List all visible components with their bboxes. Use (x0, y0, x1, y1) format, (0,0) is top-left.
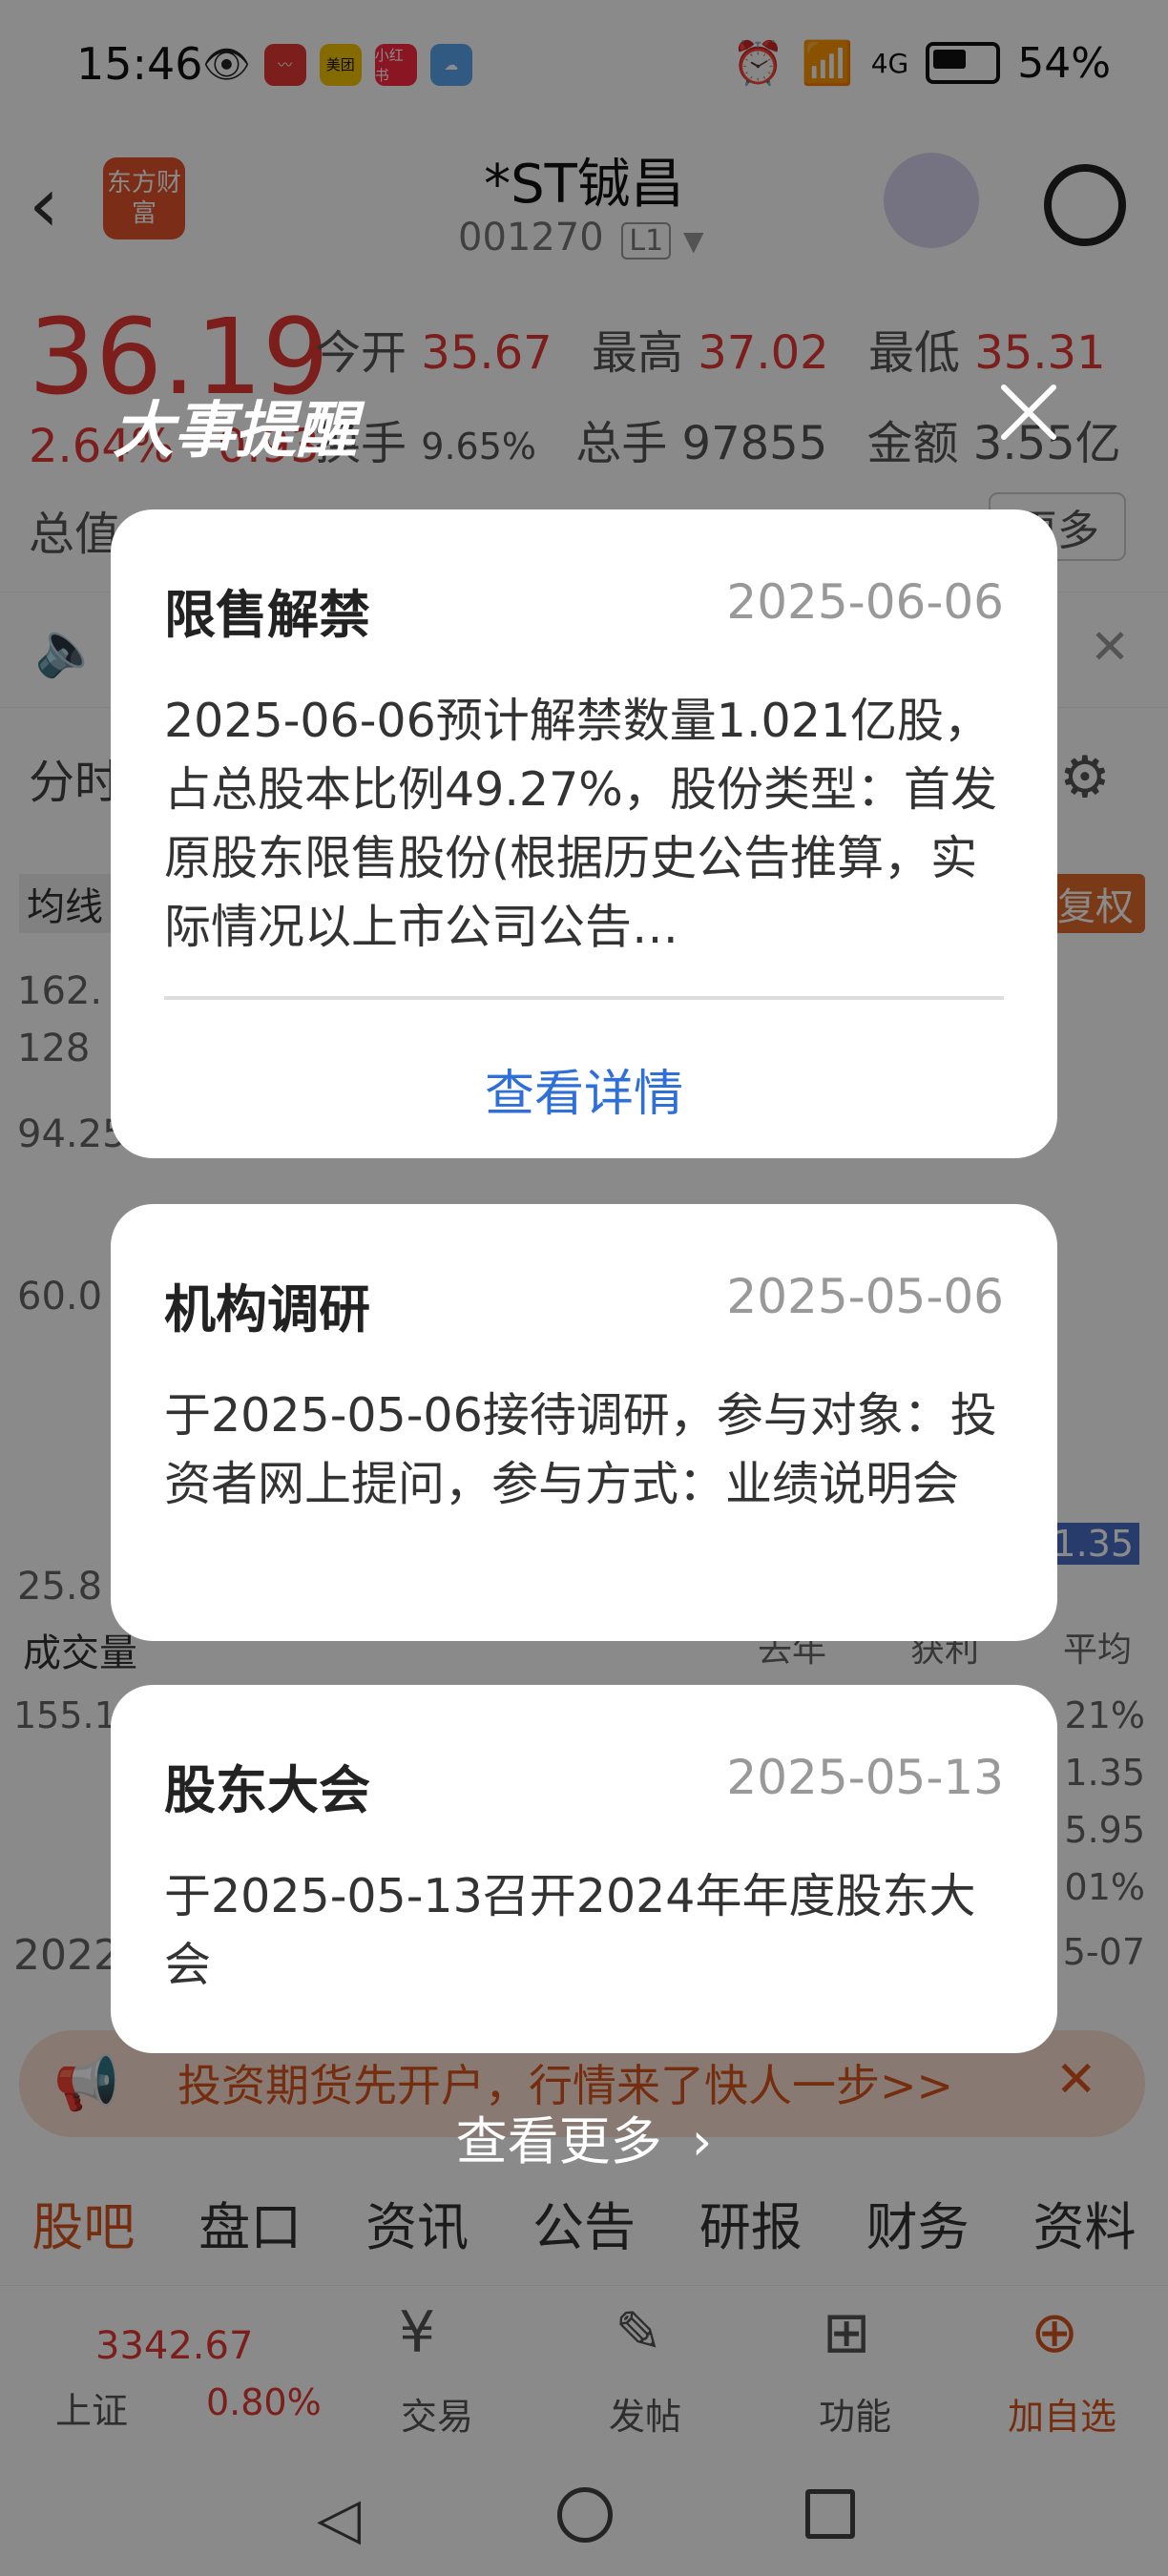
card-date: 2025-06-06 (726, 574, 1004, 630)
chevron-right-icon: › (691, 2111, 713, 2171)
card-divider (164, 996, 1004, 1000)
card-date: 2025-05-06 (726, 1269, 1004, 1324)
card-body: 于2025-05-06接待调研，参与对象：投资者网上提问，参与方式：业绩说明会 (164, 1388, 997, 1511)
event-card-institution-research[interactable]: 机构调研 2025-05-06 于2025-05-06接待调研，参与对象：投资者… (111, 1204, 1057, 1641)
see-more-label: 查看更多 (455, 2111, 662, 2171)
event-card-shareholder-meeting[interactable]: 股东大会 2025-05-13 于2025-05-13召开2024年年度股东大会 (111, 1685, 1057, 2053)
card-body: 于2025-05-13召开2024年年度股东大会 (164, 1869, 976, 1992)
view-details-link[interactable]: 查看详情 (111, 1053, 1057, 1125)
card-title: 股东大会 (164, 1760, 370, 1820)
card-title: 机构调研 (164, 1279, 370, 1340)
modal-title: 大事提醒 (113, 396, 357, 467)
card-title: 限售解禁 (164, 585, 370, 645)
card-date: 2025-05-13 (726, 1750, 1004, 1805)
card-body: 2025-06-06预计解禁数量1.021亿股，占总股本比例49.27%，股份类… (164, 694, 997, 954)
event-card-lockup-expiry[interactable]: 限售解禁 2025-06-06 2025-06-06预计解禁数量1.021亿股，… (111, 509, 1057, 1158)
modal-close-icon[interactable] (998, 382, 1059, 443)
see-more-link[interactable]: 查看更多 › (0, 2099, 1168, 2174)
